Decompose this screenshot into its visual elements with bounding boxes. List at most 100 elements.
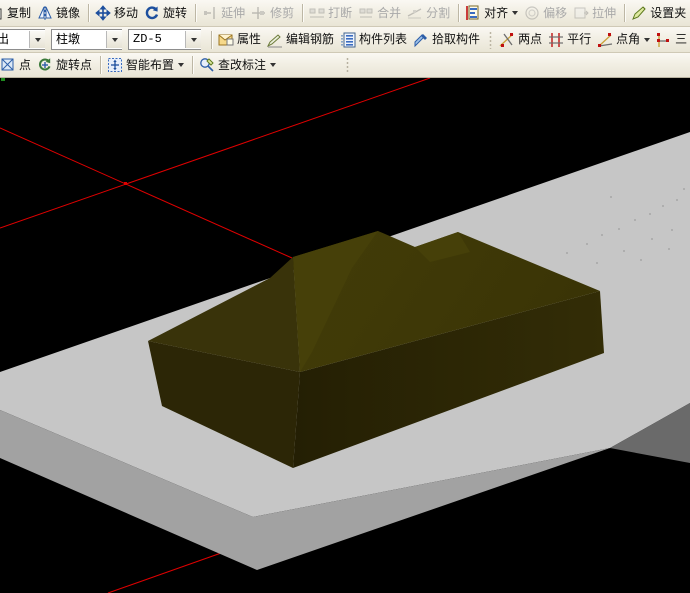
toolbar-button-smart-layout[interactable]: 智能布置 [105,55,188,76]
toolbar-grip[interactable] [346,57,350,73]
layout-toolbar: 点 旋转点 智能布置 查改标注 [0,53,690,78]
toolbar-button-extend[interactable]: 延伸 [200,3,249,24]
toolbar-separator [100,56,102,74]
model-viewport-3d[interactable] [0,78,690,593]
chevron-down-icon[interactable] [644,37,651,42]
toolbar-button-copy[interactable]: 复制 [0,3,35,24]
toolbar-button-point[interactable]: 点 [0,55,35,76]
toolbar-button-two-point[interactable]: 两点 [497,29,546,50]
toolbar-label: 旋转点 [56,57,93,72]
chevron-down-icon[interactable] [29,31,45,48]
toolbar-button-property[interactable]: 属性 [216,29,265,50]
toolbar-label: 镜像 [56,5,81,20]
toolbar-button-rotate[interactable]: 旋转 [142,3,191,24]
origin-marker-icon [1,78,5,81]
property-icon [218,32,234,48]
combo-value: 出 [0,31,29,48]
toolbar-separator [88,4,90,22]
toolbar-separator [302,4,304,22]
toolbar-label: 编辑钢筋 [286,32,335,46]
offset-icon [524,5,540,21]
toolbar-button-break[interactable]: 打断 [307,3,356,24]
toolbar-separator [624,4,626,22]
toolbar-label: 拉伸 [592,5,617,20]
copy-icon [0,5,4,21]
align-icon [465,5,481,21]
trim-icon [251,5,267,21]
chevron-down-icon[interactable] [185,31,201,48]
rotate-point-icon [37,57,53,73]
toolbar-button-set-clamp[interactable]: 设置夹 [629,3,690,24]
axis-origin-marker [124,182,127,185]
toolbar-button-edit-dimension[interactable]: 查改标注 [197,55,280,76]
two-point-icon [499,32,515,48]
toolbar-label: 构件列表 [359,32,408,46]
edit-rebar-icon [266,32,283,48]
toolbar-button-align[interactable]: 对齐 [463,3,522,24]
toolbar-label: 智能布置 [126,57,175,72]
chevron-down-icon[interactable] [270,63,277,67]
toolbar-label: 移动 [114,5,139,20]
edit-dim-icon [199,57,215,73]
toolbar-button-stretch[interactable]: 拉伸 [571,3,620,24]
toolbar-separator [192,56,194,74]
toolbar-button-three-point[interactable]: 三 [654,29,690,50]
scene-svg [0,78,690,593]
toolbar-button-pick-member[interactable]: 拾取构件 [411,29,484,50]
extend-icon [202,5,218,21]
toolbar-label: 三 [675,32,688,46]
toolbar-label: 复制 [7,5,32,20]
toolbar-label: 设置夹 [650,5,687,20]
toolbar-button-move[interactable]: 移动 [93,3,142,24]
smart-layout-icon [107,57,123,73]
toolbar-button-edit-rebar[interactable]: 编辑钢筋 [265,29,338,50]
point-angle-icon [597,32,613,48]
toolbar-label: 拾取构件 [432,32,481,46]
split-icon [407,5,423,21]
set-clamp-icon [631,5,647,21]
toolbar-button-rotate-point[interactable]: 旋转点 [35,55,96,76]
toolbar-button-member-list[interactable]: 构件列表 [338,29,411,50]
toolbar-label: 分割 [426,5,451,20]
toolbar-label: 修剪 [270,5,295,20]
toolbar-label: 延伸 [221,5,246,20]
toolbar-separator [489,30,493,49]
toolbar-button-offset[interactable]: 偏移 [522,3,571,24]
edit-toolbar: 复制 镜像 移动 旋转 延伸 修剪 打断 合并 分割 对齐 偏移 拉伸 设置夹 [0,0,690,27]
toolbar-button-split[interactable]: 分割 [405,3,454,24]
toolbar-label: 旋转 [163,5,188,20]
rotate-icon [144,5,160,21]
chevron-down-icon[interactable] [512,11,519,15]
toolbar-button-parallel[interactable]: 平行 [546,29,595,50]
member-code-combo[interactable]: ZD-5 [128,29,201,50]
parallel-icon [548,32,564,48]
toolbar-button-trim[interactable]: 修剪 [249,3,298,24]
member-name-combo[interactable]: 柱墩 [51,29,122,50]
merge-icon [358,5,374,21]
point-icon [0,57,16,73]
toolbar-button-merge[interactable]: 合并 [356,3,405,24]
combo-value: 柱墩 [56,32,81,46]
toolbar-button-point-angle[interactable]: 点角 [595,29,654,50]
stretch-icon [573,5,589,21]
toolbar-label: 点 [19,57,32,72]
toolbar-label: 属性 [237,32,262,46]
three-point-icon [656,32,672,48]
toolbar-label: 查改标注 [218,57,267,72]
toolbar-separator [211,30,212,49]
toolbar-label: 两点 [518,32,543,46]
toolbar-label: 对齐 [484,5,509,20]
member-toolbar: 出 柱墩 ZD-5 属性 编辑钢筋 构件列表 拾取构件 [0,27,690,53]
chevron-down-icon[interactable] [106,31,122,48]
toolbar-label: 合并 [377,5,402,20]
toolbar-label: 平行 [567,32,592,46]
member-type-combo[interactable]: 出 [0,29,45,50]
pick-member-icon [413,32,429,48]
mirror-icon [37,5,53,21]
chevron-down-icon[interactable] [178,63,185,67]
toolbar-separator [195,4,197,22]
toolbar-label: 点角 [616,32,641,46]
toolbar-button-mirror[interactable]: 镜像 [35,3,84,24]
toolbar-label: 偏移 [543,5,568,20]
combo-value: ZD-5 [133,32,162,46]
